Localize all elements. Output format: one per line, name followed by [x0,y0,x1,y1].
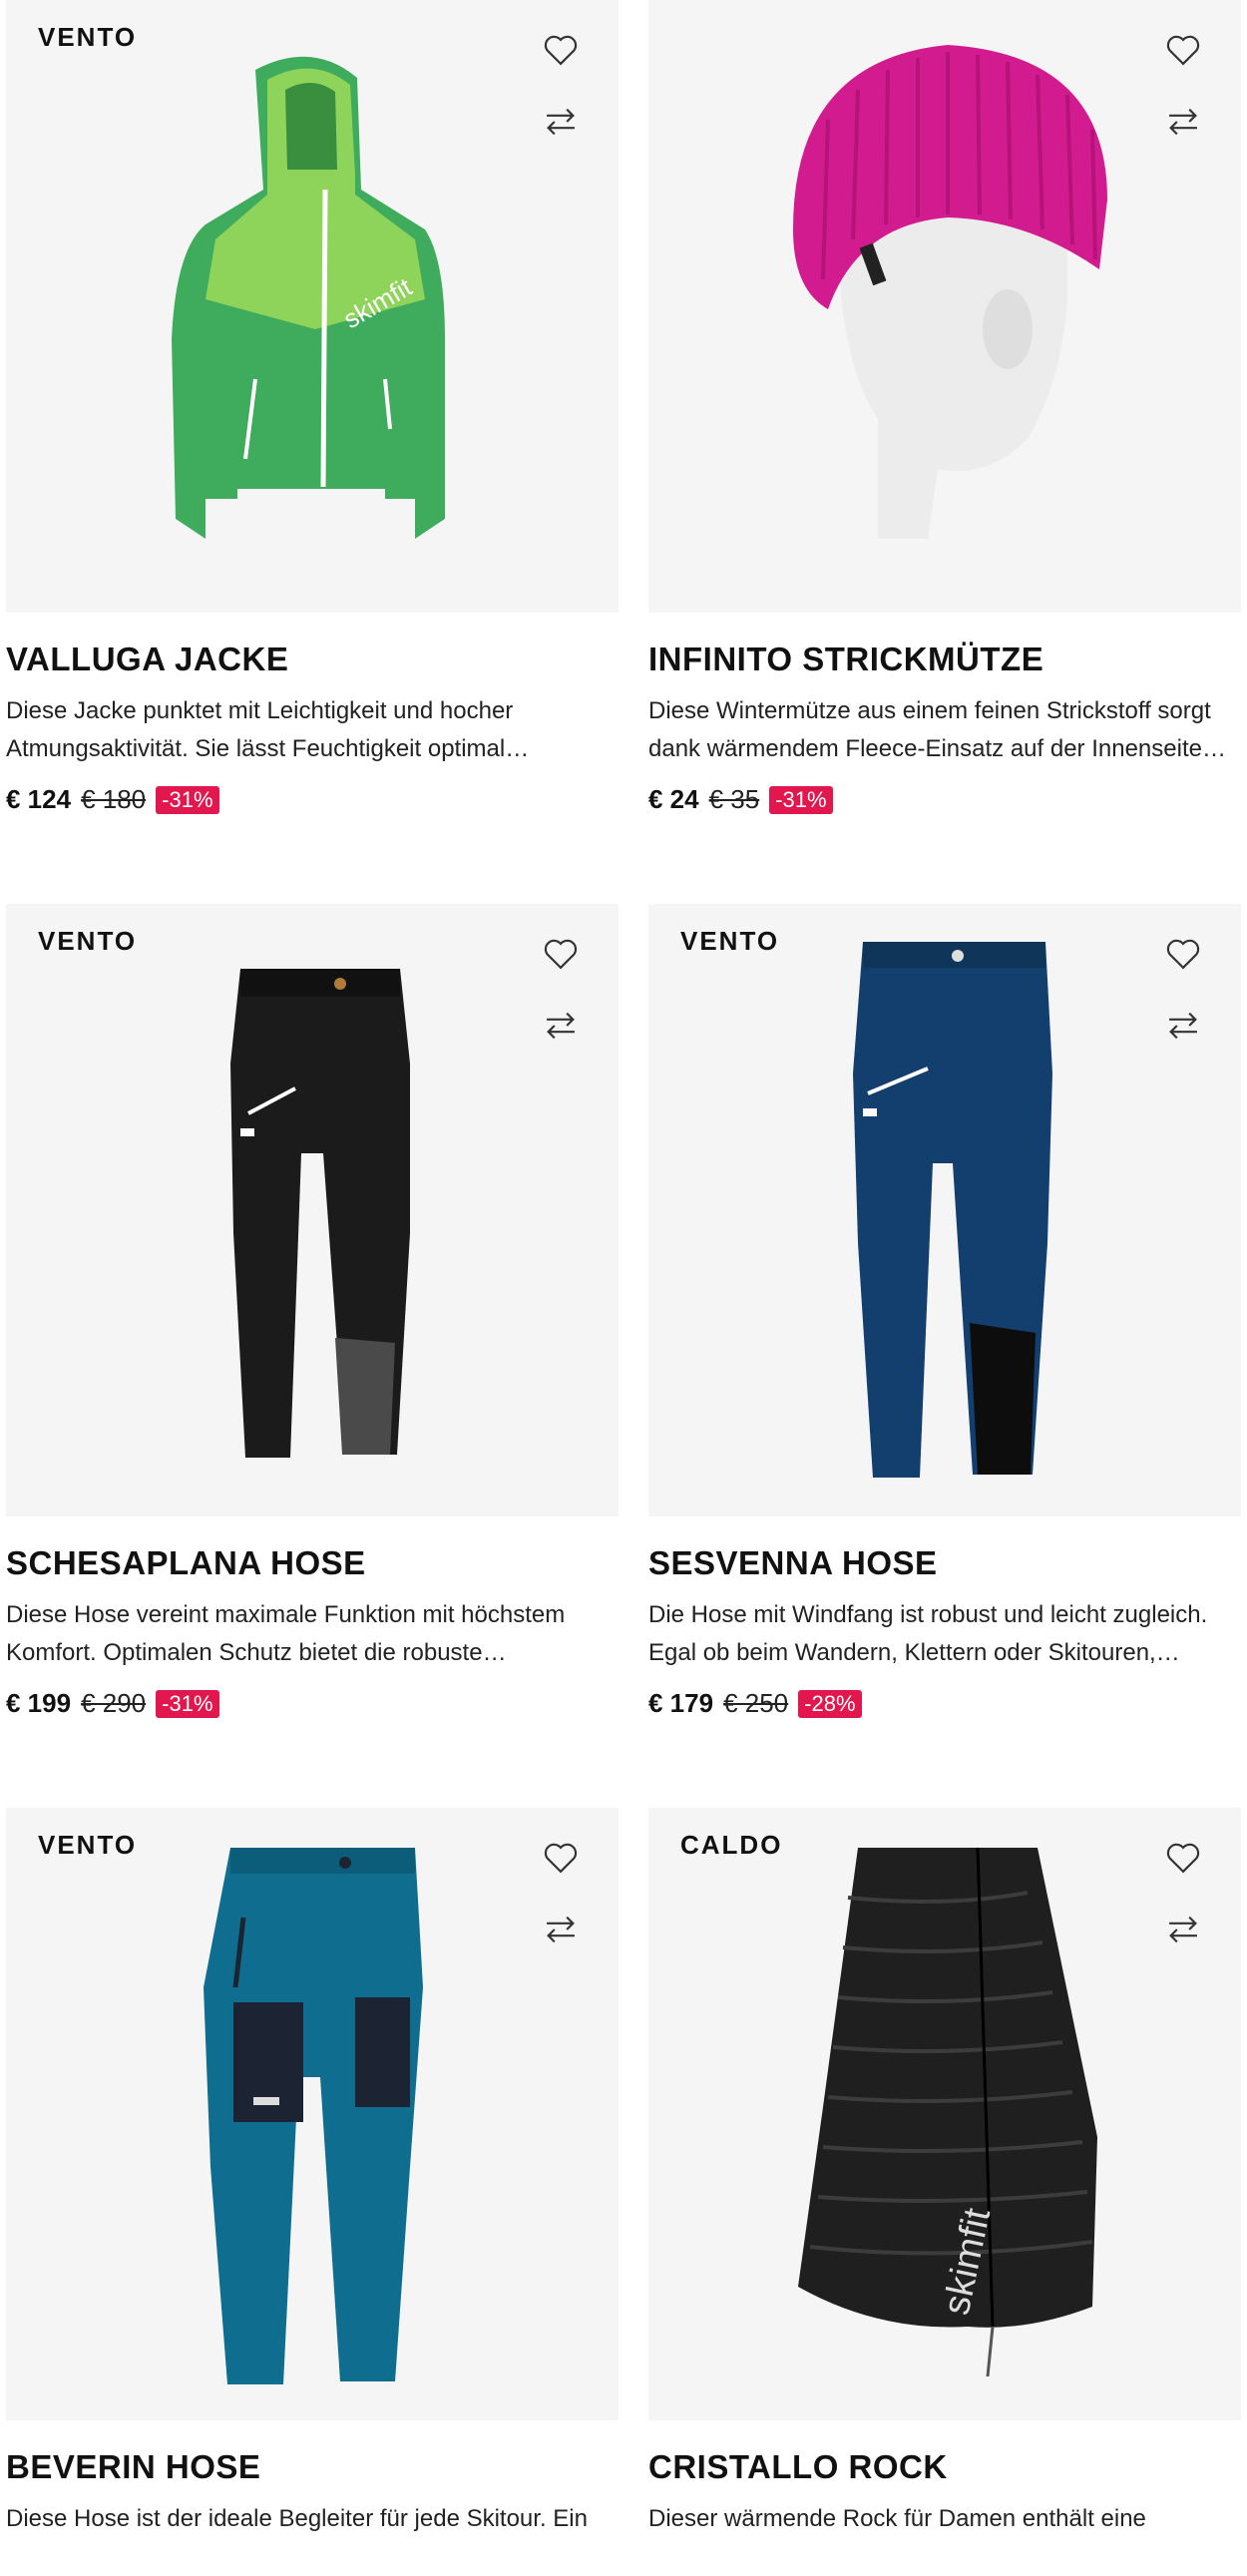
price-row: € 199 € 290 -31% [6,1688,624,1719]
heart-icon [544,1843,578,1874]
price-row: € 24 € 35 -31% [648,784,1247,815]
product-description: Dieser wärmende Rock für Damen enthält e… [648,2505,1146,2532]
compare-arrows-icon [1169,108,1197,136]
original-price: € 290 [81,1688,147,1718]
product-image[interactable] [648,0,1241,613]
product-description: Diese Jacke punktet mit Leichtigkeit und… [6,697,530,762]
product-photo [793,45,1107,539]
product-photo [853,942,1052,1478]
current-price: € 24 [648,784,699,814]
discount-badge: -28% [798,1689,862,1718]
compare-button[interactable] [539,100,583,144]
product-photo: skimfit [172,56,445,539]
product-image[interactable]: VENTO [6,1808,619,2420]
product-image[interactable]: VENTO [6,904,619,1516]
product-description: Diese Hose ist der ideale Begleiter für … [6,2505,588,2532]
product-title[interactable]: INFINITO STRICKMÜTZE [648,641,1247,678]
product-card[interactable]: VENTO SESVENNA HOSE Die Hose mit Windfan… [648,904,1247,1719]
compare-button[interactable] [539,1908,583,1951]
product-card[interactable]: VENTO SCHESAPLANA HOSE Diese Hose verein… [6,904,624,1719]
product-photo [230,969,410,1458]
product-title[interactable]: VALLUGA JACKE [6,641,624,678]
price-row: € 179 € 250 -28% [648,1688,1247,1719]
product-card[interactable]: VENTO BEVERIN HOSE Diese Hose ist der id… [6,1808,624,2576]
current-price: € 199 [6,1688,72,1718]
compare-arrows-icon [547,108,575,136]
product-description: Die Hose mit Windfang ist robust und lei… [648,1601,1208,1666]
heart-icon [1166,1843,1200,1874]
compare-arrows-icon [547,1916,575,1943]
discount-badge: -31% [156,1689,219,1718]
brand-logo: VENTO [38,22,138,52]
brand-logo: VENTO [38,1830,138,1860]
original-price: € 35 [708,784,760,814]
compare-button[interactable] [1161,100,1205,144]
heart-icon [544,35,578,66]
favorite-button[interactable] [539,932,583,976]
product-card[interactable]: skimfit VENTO VALLUGA JACKE Diese Jacke … [6,0,624,815]
favorite-button[interactable] [1161,28,1205,72]
favorite-button[interactable] [539,1836,583,1880]
current-price: € 124 [6,784,72,814]
product-image[interactable]: VENTO [648,904,1241,1516]
favorite-button[interactable] [539,28,583,72]
product-description: Diese Wintermütze aus einem feinen Stric… [648,697,1211,762]
brand-logo: VENTO [680,926,780,956]
product-card[interactable]: INFINITO STRICKMÜTZE Diese Wintermütze a… [648,0,1247,815]
compare-button[interactable] [1161,1908,1205,1951]
price-row: € 124 € 180 -31% [6,784,624,815]
compare-arrows-icon [1169,1012,1197,1040]
product-image[interactable]: skimfit CALDO [648,1808,1241,2420]
original-price: € 180 [81,784,147,814]
compare-button[interactable] [539,1004,583,1048]
product-card[interactable]: skimfit CALDO CRISTALLO ROCK Dieser wärm… [648,1808,1247,2576]
compare-button[interactable] [1161,1004,1205,1048]
product-photo [204,1848,423,2384]
product-title[interactable]: BEVERIN HOSE [6,2448,624,2486]
heart-icon [1166,35,1200,66]
compare-arrows-icon [547,1012,575,1040]
favorite-button[interactable] [1161,1836,1205,1880]
compare-arrows-icon [1169,1916,1197,1943]
heart-icon [1166,939,1200,970]
product-image[interactable]: skimfit VENTO [6,0,619,613]
current-price: € 179 [648,1688,714,1718]
brand-logo: VENTO [38,926,138,956]
favorite-button[interactable] [1161,932,1205,976]
product-title[interactable]: CRISTALLO ROCK [648,2448,1247,2486]
brand-logo: CALDO [680,1830,783,1860]
product-description: Diese Hose vereint maximale Funktion mit… [6,1601,566,1666]
heart-icon [544,939,578,970]
discount-badge: -31% [769,785,833,814]
product-title[interactable]: SESVENNA HOSE [648,1544,1247,1582]
product-title[interactable]: SCHESAPLANA HOSE [6,1544,624,1582]
discount-badge: -31% [156,785,219,814]
product-photo: skimfit [798,1847,1097,2377]
original-price: € 250 [723,1688,789,1718]
